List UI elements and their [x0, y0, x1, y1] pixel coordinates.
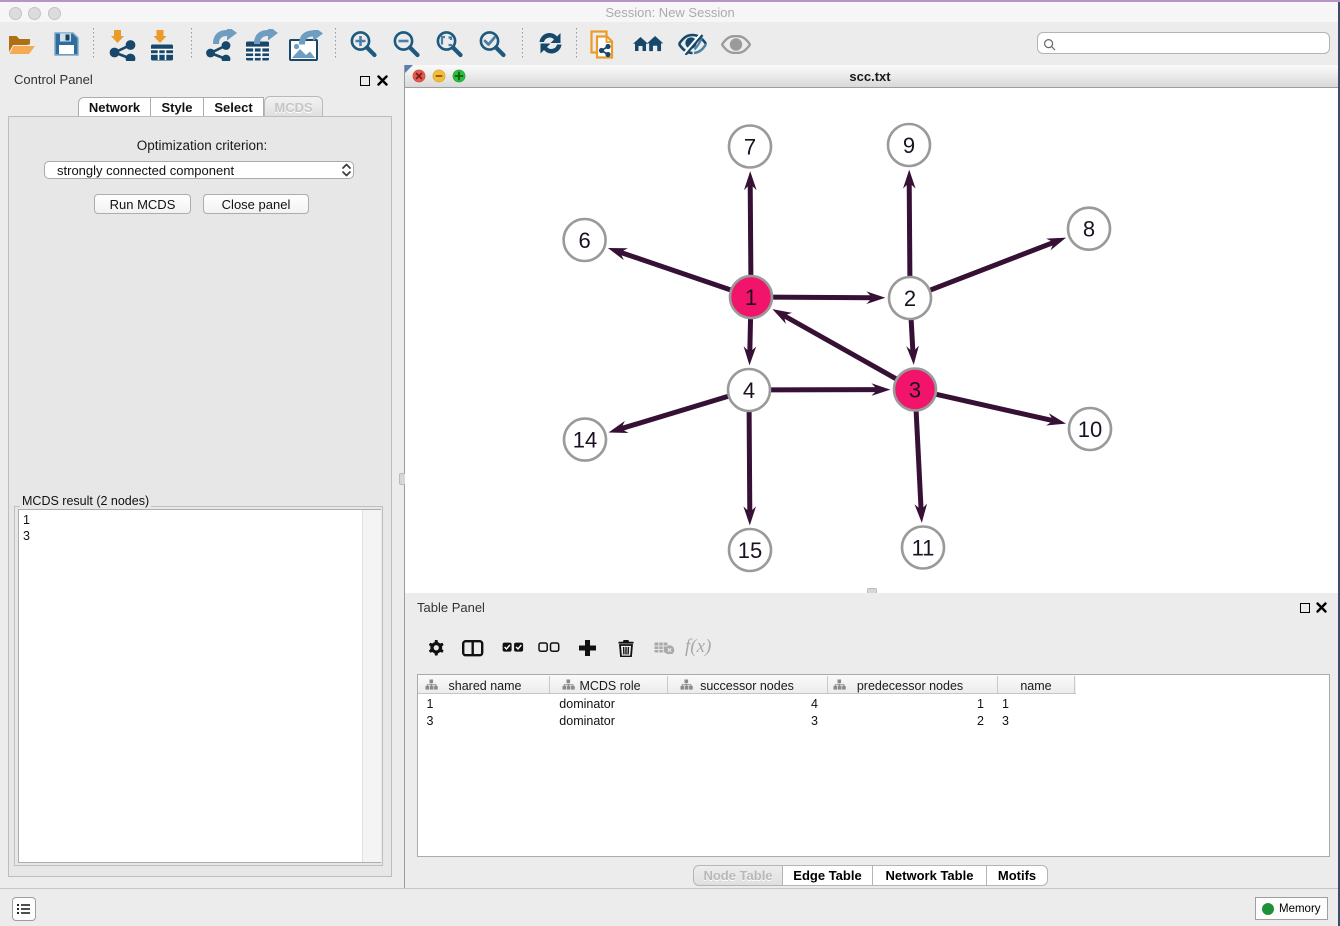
- svg-text:1: 1: [745, 285, 757, 310]
- svg-text:6: 6: [578, 228, 590, 253]
- svg-text:7: 7: [744, 135, 756, 160]
- svg-text:11: 11: [912, 536, 935, 561]
- svg-text:8: 8: [1083, 217, 1095, 242]
- svg-text:2: 2: [904, 286, 916, 311]
- svg-text:4: 4: [743, 378, 755, 403]
- svg-text:3: 3: [909, 378, 921, 403]
- svg-text:14: 14: [573, 428, 597, 453]
- svg-text:15: 15: [738, 538, 762, 563]
- svg-text:9: 9: [903, 133, 915, 158]
- svg-text:10: 10: [1078, 417, 1102, 442]
